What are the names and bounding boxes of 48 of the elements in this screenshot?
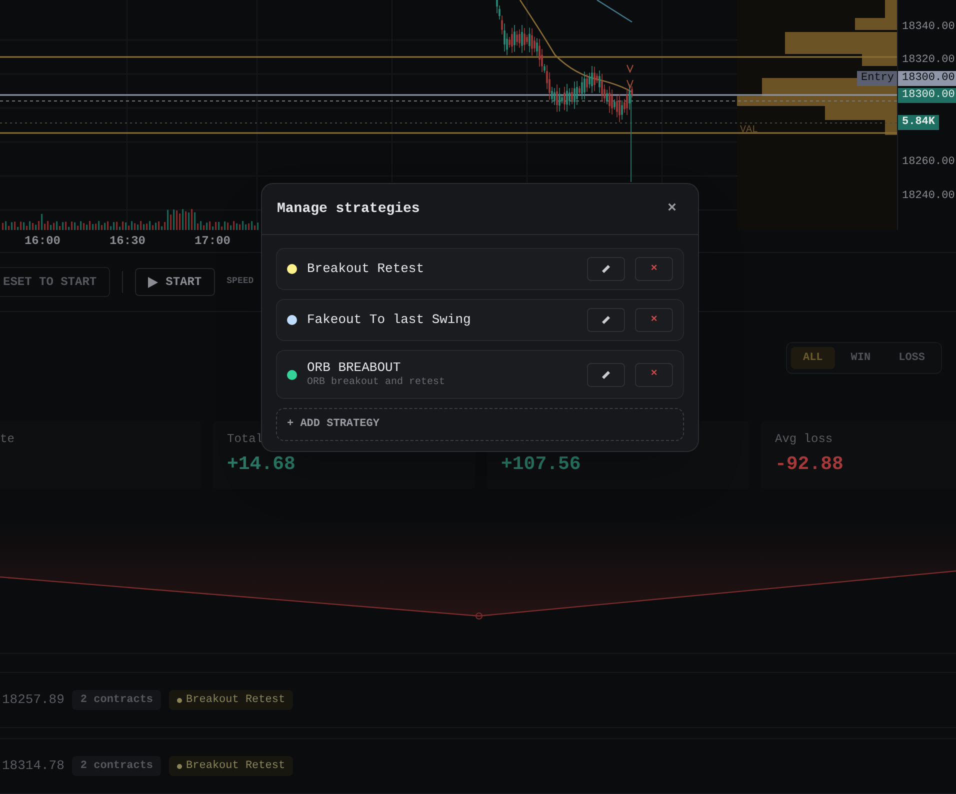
strategy-name: Fakeout To last Swing <box>307 312 472 328</box>
strategy-name: Breakout Retest <box>186 758 286 774</box>
stat-label: Total <box>227 431 264 447</box>
add-strategy-button[interactable]: + ADD STRATEGY <box>276 408 684 441</box>
edit-button[interactable] <box>587 308 625 332</box>
pencil-icon <box>601 315 611 325</box>
contracts-badge: 2 contracts <box>72 690 162 710</box>
price-label: 18260.00 <box>901 155 956 170</box>
filter-tab[interactable]: LOSS <box>886 347 937 369</box>
time-label: 16:30 <box>108 233 146 250</box>
pencil-icon <box>601 370 611 380</box>
trade-price: 18257.89 <box>2 691 64 710</box>
pencil-icon <box>601 264 611 274</box>
delete-button[interactable]: × <box>635 362 673 386</box>
stat-value: +107.56 <box>501 453 581 475</box>
price-label: 18300.00 <box>898 71 956 86</box>
price-label: 18340.00 <box>901 20 956 35</box>
price-label: 18300.00 <box>898 88 956 103</box>
price-label: 18240.00 <box>901 189 956 204</box>
trade-price: 18314.78 <box>2 757 64 776</box>
price-label: 5.84K <box>898 115 940 130</box>
close-button[interactable]: × <box>661 198 683 220</box>
time-label: 17:00 <box>193 233 232 250</box>
edit-button[interactable] <box>587 362 625 386</box>
filter-tab[interactable]: WIN <box>838 347 883 369</box>
trend-line <box>596 0 632 23</box>
start-button[interactable]: START <box>134 268 215 296</box>
time-label: 16:00 <box>23 233 62 250</box>
contracts-badge: 2 contracts <box>72 756 162 776</box>
filter-tab[interactable]: ALL <box>790 347 835 369</box>
entry-tag: Entry <box>857 71 898 86</box>
strategy-name: ORB BREABOUT <box>307 360 402 376</box>
dialog-title: Manage strategies <box>277 200 420 218</box>
delete-button[interactable]: × <box>635 257 673 281</box>
stat-label: te <box>0 431 14 447</box>
trade-markers <box>626 64 634 90</box>
edit-button[interactable] <box>587 257 625 281</box>
speed-label: SPEED <box>226 275 254 288</box>
play-icon <box>148 276 158 288</box>
stat-value: -92.88 <box>775 453 844 475</box>
strategy-description: ORB breakout and retest <box>307 376 446 390</box>
val-label: VAL <box>740 124 758 138</box>
price-label: 18320.00 <box>901 53 956 68</box>
stat-value: +14.68 <box>227 453 296 475</box>
strategy-name: Breakout Retest <box>307 261 426 277</box>
delete-button[interactable]: × <box>635 308 673 332</box>
strategy-name: Breakout Retest <box>186 692 286 708</box>
stat-label: Avg loss <box>775 431 833 447</box>
